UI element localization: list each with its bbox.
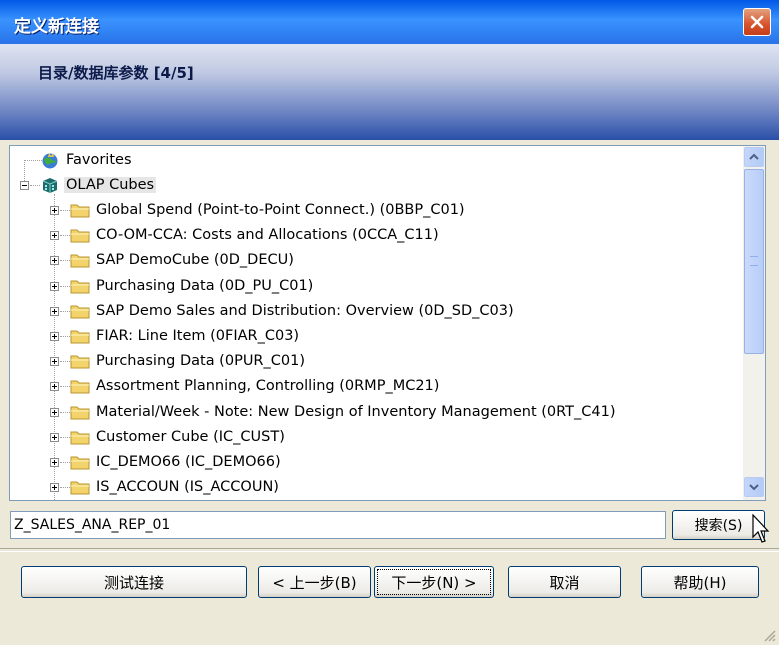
expand-toggle[interactable] [50,256,59,265]
vertical-scrollbar[interactable] [743,146,765,500]
expand-toggle[interactable] [50,231,59,240]
tree-node-cube[interactable]: IC_DEMO66 (IC_DEMO66) [70,451,283,473]
folder-icon [70,305,90,319]
collapse-toggle[interactable] [20,181,29,190]
back-button[interactable]: < 上一步(B) [258,566,371,598]
scroll-down-button[interactable] [744,477,764,497]
folder-icon [70,254,90,268]
tree-line [60,210,70,212]
expand-toggle[interactable] [50,433,59,442]
tree-node-cube[interactable]: SAP Demo Sales and Distribution: Overvie… [70,300,516,322]
expand-toggle[interactable] [50,357,59,366]
folder-icon [70,431,90,445]
step-label: 目录/数据库参数 [4/5] [38,64,194,82]
chevron-up-icon [749,153,759,160]
tree-line [60,386,70,388]
folder-icon [70,204,90,218]
help-button[interactable]: 帮助(H) [641,566,759,598]
tree-node-label: Material/Week - Note: New Design of Inve… [96,404,616,420]
expand-toggle[interactable] [50,332,59,341]
close-icon [750,15,764,29]
close-button[interactable] [743,8,771,36]
tree-line [60,361,70,363]
tree-line [60,487,70,489]
tree-line [60,437,70,439]
separator [0,548,779,552]
test-connection-button[interactable]: 测试连接 [21,566,247,598]
expand-toggle[interactable] [50,307,59,316]
expand-toggle[interactable] [50,382,59,391]
chevron-down-icon [749,484,759,491]
tree-line [60,260,70,262]
tree-node-label: SAP DemoCube (0D_DECU) [96,252,294,268]
tree-line [60,412,70,414]
tree-node-label: Purchasing Data (0PUR_C01) [96,353,305,369]
title-bar[interactable]: 定义新连接 [0,0,779,44]
scroll-thumb[interactable] [744,169,764,354]
window-title: 定义新连接 [14,17,99,37]
tree-list: Favorites OLAP Cubes Global Spend (Point… [10,146,743,500]
expand-toggle[interactable] [50,206,59,215]
tree-node-label: Purchasing Data (0D_PU_C01) [96,278,314,294]
tree-node-label: OLAP Cubes [64,177,157,193]
cube-tree[interactable]: Favorites OLAP Cubes Global Spend (Point… [9,145,766,501]
tree-line [60,286,70,288]
tree-node-cube[interactable]: Purchasing Data (0D_PU_C01) [70,275,315,297]
tree-node-label: Assortment Planning, Controlling (0RMP_M… [96,378,440,394]
tree-node-cube[interactable]: IS_ACCOUN (IS_ACCOUN) [70,476,281,498]
tree-node-cube[interactable]: FIAR: Line Item (0FIAR_C03) [70,325,301,347]
globe-icon [42,153,58,169]
tree-node-label: Global Spend (Point-to-Point Connect.) (… [96,202,465,218]
scroll-up-button[interactable] [744,147,764,167]
tree-node-label: IC_DEMO66 (IC_DEMO66) [96,454,281,470]
folder-icon [70,456,90,470]
tree-node-cube[interactable]: SAP DemoCube (0D_DECU) [70,249,296,271]
wizard-header: 目录/数据库参数 [4/5] [0,44,779,140]
folder-icon [70,481,90,495]
tree-node-label: FIAR: Line Item (0FIAR_C03) [96,328,300,344]
folder-icon [70,229,90,243]
expand-toggle[interactable] [50,282,59,291]
tree-line [60,235,70,237]
tree-node-olap-cubes[interactable]: OLAP Cubes [40,174,157,196]
tree-node-label: CO-OM-CCA: Costs and Allocations (0CCA_C… [96,227,439,243]
tree-node-favorites[interactable]: Favorites [40,149,134,171]
next-button[interactable]: 下一步(N) > [374,566,494,598]
tree-node-cube[interactable]: CO-OM-CCA: Costs and Allocations (0CCA_C… [70,224,441,246]
folder-icon [70,330,90,344]
tree-node-cube[interactable]: Material/Week - Note: New Design of Inve… [70,401,618,423]
tree-line [60,311,70,313]
folder-icon [70,355,90,369]
tree-node-cube[interactable]: Purchasing Data (0PUR_C01) [70,350,307,372]
tree-line [30,185,40,187]
tree-node-cube[interactable]: Global Spend (Point-to-Point Connect.) (… [70,199,467,221]
tree-node-cube[interactable]: Customer Cube (IC_CUST) [70,426,287,448]
cube-icon [42,178,58,193]
tree-line [60,462,70,464]
folder-icon [70,406,90,420]
tree-node-label: IS_ACCOUN (IS_ACCOUN) [96,479,279,495]
expand-toggle[interactable] [50,458,59,467]
folder-icon [70,380,90,394]
search-input[interactable] [10,511,666,539]
tree-node-label: SAP Demo Sales and Distribution: Overvie… [96,303,514,319]
resize-grip-icon[interactable] [762,628,776,642]
expand-toggle[interactable] [50,408,59,417]
tree-node-label: Favorites [66,152,132,168]
expand-toggle[interactable] [50,483,59,492]
cancel-button[interactable]: 取消 [508,566,621,598]
tree-node-cube[interactable]: Assortment Planning, Controlling (0RMP_M… [70,375,441,397]
tree-node-label: Customer Cube (IC_CUST) [96,429,285,445]
tree-line [60,336,70,338]
folder-icon [70,280,90,294]
mouse-pointer-icon [752,514,770,543]
define-connection-dialog: 定义新连接 目录/数据库参数 [4/5] Favorites OLAP Cube… [0,0,779,645]
